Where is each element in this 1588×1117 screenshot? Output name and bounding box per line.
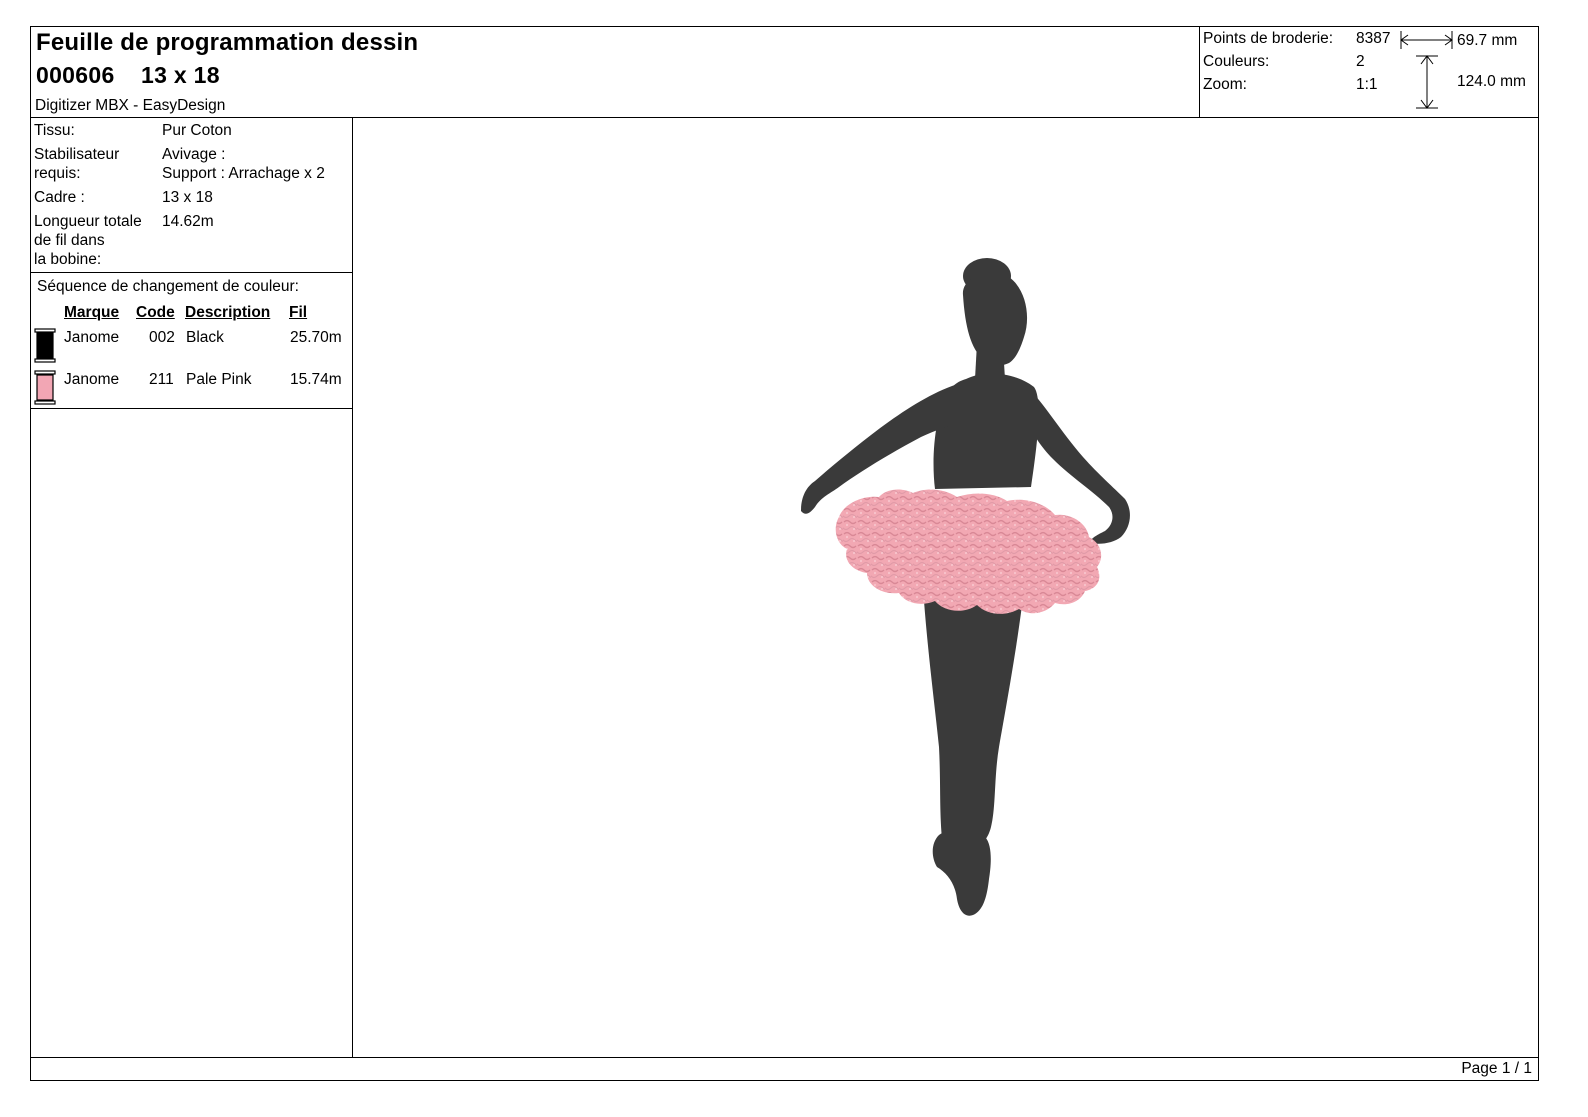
stabilizer-value-2: Support : Arrachage x 2 bbox=[162, 165, 325, 182]
frame-size-title: 13 x 18 bbox=[141, 62, 220, 88]
design-code: 000606 bbox=[36, 62, 115, 88]
width-value: 69.7 mm bbox=[1457, 32, 1518, 49]
spool-icon bbox=[34, 370, 56, 405]
thread-length-label-1: Longueur totale bbox=[34, 213, 142, 230]
thread-length-value: 14.62m bbox=[162, 213, 214, 230]
thread-length-label-3: la bobine: bbox=[34, 251, 102, 268]
sheet-title: Feuille de programmation dessin bbox=[36, 29, 419, 56]
left-panel-divider bbox=[352, 118, 353, 1057]
sequence-divider bbox=[31, 408, 353, 409]
row-code: 002 bbox=[149, 329, 175, 346]
stabilizer-label-1: Stabilisateur bbox=[34, 146, 120, 163]
stabilizer-label-2: requis: bbox=[34, 165, 81, 182]
header-brand: Marque bbox=[64, 304, 120, 321]
footer-divider bbox=[31, 1057, 1538, 1058]
dimension-arrows-icon bbox=[1400, 31, 1453, 109]
stitches-label: Points de broderie: bbox=[1203, 30, 1334, 47]
row-description: Pale Pink bbox=[186, 371, 252, 388]
sequence-title: Séquence de changement de couleur: bbox=[37, 278, 299, 295]
row-thread: 25.70m bbox=[290, 329, 342, 346]
ballerina-tutu bbox=[835, 489, 1102, 614]
height-value: 124.0 mm bbox=[1457, 73, 1526, 90]
row-brand: Janome bbox=[64, 329, 120, 346]
row-brand: Janome bbox=[64, 371, 120, 388]
header-code: Code bbox=[136, 304, 175, 321]
zoom-label: Zoom: bbox=[1203, 76, 1247, 93]
thread-length-label-2: de fil dans bbox=[34, 232, 105, 249]
frame-label: Cadre : bbox=[34, 189, 85, 206]
frame-value: 13 x 18 bbox=[162, 189, 213, 206]
fabric-value: Pur Coton bbox=[162, 122, 232, 139]
ballerina-design-preview bbox=[801, 258, 1130, 916]
spool-icon bbox=[34, 328, 56, 363]
header-thread: Fil bbox=[289, 304, 308, 321]
stabilizer-value-1: Avivage : bbox=[162, 146, 226, 163]
fabric-label: Tissu: bbox=[34, 122, 75, 139]
stitches-value: 8387 bbox=[1356, 30, 1391, 47]
page-number: Page 1 / 1 bbox=[1461, 1060, 1532, 1077]
header-description: Description bbox=[185, 304, 271, 321]
row-description: Black bbox=[186, 329, 224, 346]
programming-sheet: Feuille de programmation dessin 000606 1… bbox=[30, 26, 1539, 1081]
colors-label: Couleurs: bbox=[1203, 53, 1270, 70]
info-divider bbox=[31, 272, 353, 273]
zoom-value: 1:1 bbox=[1356, 76, 1378, 93]
row-thread: 15.74m bbox=[290, 371, 342, 388]
stats-divider bbox=[1199, 27, 1200, 118]
software-name: Digitizer MBX - EasyDesign bbox=[35, 97, 226, 114]
colors-value: 2 bbox=[1356, 53, 1365, 70]
row-code: 211 bbox=[149, 371, 174, 388]
